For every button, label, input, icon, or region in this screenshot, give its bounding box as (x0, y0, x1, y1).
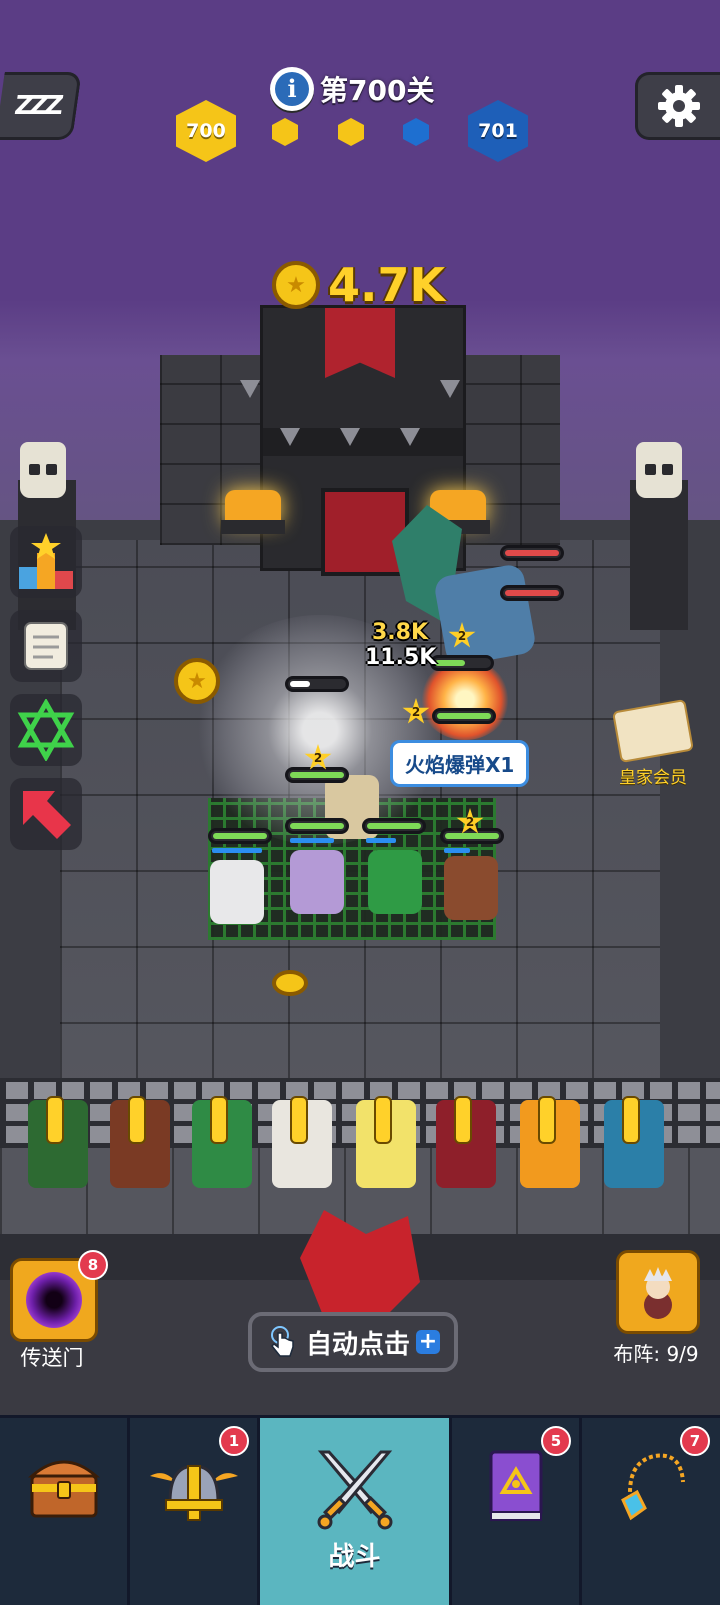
enemy-hp-bar (500, 545, 564, 561)
hexagram-icon (17, 699, 75, 761)
skull-statue-left (20, 442, 66, 498)
game-screen: 2 2 2 2 3.8K 11.5K 火焰爆弹X1 ★ 皇家会员 ZZZ i 第… (0, 0, 720, 1605)
bench-hero[interactable] (272, 1096, 332, 1188)
level-header: i 第700关 (270, 66, 434, 112)
bench-hero[interactable] (436, 1096, 496, 1188)
quest-scroll-button[interactable] (10, 610, 82, 682)
sleep-button[interactable]: ZZZ (0, 72, 82, 140)
red-arrow-icon (23, 791, 71, 839)
enemy-hp-bar (500, 585, 564, 601)
viking-helmet-icon (149, 1464, 238, 1521)
scroll-icon (24, 622, 68, 670)
spike (440, 380, 460, 398)
auto-click-label: 自动点击 (305, 1329, 410, 1360)
hero-warrior[interactable] (444, 856, 498, 920)
bottom-nav: 1 战斗 5 7 (0, 1415, 720, 1605)
tab-battle-label: 战斗 (328, 1542, 381, 1572)
explosion-effect (420, 660, 510, 740)
hero-hp-bar (285, 676, 349, 692)
current-level-hex: 700 (176, 100, 236, 162)
hero-hp-bar (285, 818, 349, 834)
coin-amount: 4.7K (328, 258, 446, 312)
gear-icon (658, 85, 700, 127)
enemy-boss (432, 562, 538, 668)
progress-dot (403, 118, 429, 146)
leaderboard-icon (19, 533, 73, 589)
hand-tap-icon (270, 1326, 294, 1357)
bench-hero[interactable] (28, 1096, 88, 1188)
tab-shop[interactable] (0, 1418, 130, 1605)
royal-card-icon (612, 698, 694, 764)
hero-hp-bar (440, 828, 504, 844)
progress-dot (338, 118, 364, 146)
hero-ranger[interactable] (368, 850, 422, 914)
leaderboard-button[interactable] (10, 526, 82, 598)
auto-click-button[interactable]: 自动点击 + (248, 1312, 458, 1372)
coin-counter: ★ 4.7K (272, 258, 445, 312)
bench-hero[interactable] (110, 1096, 170, 1188)
spike (400, 428, 420, 446)
plus-icon: + (416, 1330, 440, 1354)
tab-battle[interactable]: 战斗 (260, 1418, 452, 1605)
tab-spellbook[interactable]: 5 (452, 1418, 582, 1605)
sleep-icon: ZZZ (12, 91, 62, 121)
treasure-chest-icon (27, 1460, 100, 1518)
next-level-hex: 701 (468, 100, 528, 162)
bench-hero[interactable] (520, 1096, 580, 1188)
coin-icon: ★ (272, 261, 320, 309)
pillar-right (630, 480, 688, 630)
bench-hero[interactable] (192, 1096, 252, 1188)
royal-member-button[interactable]: 皇家会员 (612, 698, 694, 788)
coin-icon[interactable]: ★ (174, 658, 220, 704)
portal-icon (26, 1272, 82, 1328)
coin-icon[interactable] (272, 970, 308, 996)
progress-dot (272, 118, 298, 146)
damage-number: 3.8K (372, 620, 429, 645)
skull-statue-right (636, 442, 682, 498)
heroes-badge: 1 (219, 1426, 249, 1456)
hero-hp-bar (208, 828, 272, 844)
equipment-badge: 7 (680, 1426, 710, 1456)
upgrade-button[interactable] (10, 778, 82, 850)
info-icon[interactable]: i (270, 67, 314, 111)
hero-portrait-icon (644, 1267, 672, 1319)
amulet-icon (621, 1453, 685, 1521)
portal-badge: 8 (78, 1250, 108, 1280)
hero-mage[interactable] (290, 850, 344, 914)
portal-label: 传送门 (20, 1346, 84, 1370)
damage-number: 11.5K (365, 645, 437, 670)
skill-popup: 火焰爆弹X1 (390, 740, 530, 787)
crossed-swords-icon (317, 1450, 392, 1530)
hero-hp-bar (285, 767, 349, 783)
spellbook-icon (489, 1450, 542, 1521)
brazier-left (221, 490, 285, 534)
spike (240, 380, 260, 398)
tab-equipment[interactable]: 7 (582, 1418, 720, 1605)
tower-door (321, 488, 409, 576)
settings-button[interactable] (635, 72, 720, 140)
bench-hero[interactable] (356, 1096, 416, 1188)
tab-heroes[interactable]: 1 (130, 1418, 260, 1605)
hero-knight[interactable] (210, 860, 264, 924)
summon-button[interactable] (10, 694, 82, 766)
royal-member-label: 皇家会员 (619, 768, 687, 788)
bench-hero[interactable] (604, 1096, 664, 1188)
hero-hp-bar (430, 655, 494, 671)
spike (280, 428, 300, 446)
formation-count: 布阵: 9/9 (613, 1342, 699, 1366)
hero-hp-bar (362, 818, 426, 834)
hero-hp-bar (432, 708, 496, 724)
tower-banner (325, 308, 395, 378)
spike (340, 428, 360, 446)
spellbook-badge: 5 (541, 1426, 571, 1456)
level-title: 第700关 (320, 74, 435, 107)
formation-button[interactable] (616, 1250, 700, 1334)
